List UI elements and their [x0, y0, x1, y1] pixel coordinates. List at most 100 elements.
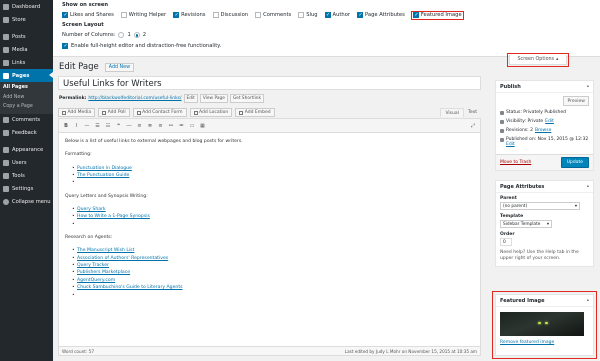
- align-right-icon[interactable]: ≡: [158, 123, 164, 129]
- sidebar-item-appearance[interactable]: Appearance: [0, 144, 53, 157]
- sidebar-item-tools[interactable]: Tools: [0, 170, 53, 183]
- add-poll-button[interactable]: Add Poll: [98, 108, 130, 118]
- list-item[interactable]: [72, 221, 474, 229]
- published-edit-link[interactable]: Edit: [506, 142, 515, 147]
- add-media-button[interactable]: Add Media: [58, 108, 96, 118]
- revisions-browse-link[interactable]: Browse: [535, 128, 551, 133]
- tab-visual[interactable]: Visual: [440, 108, 464, 118]
- checkbox[interactable]: [62, 12, 68, 18]
- numbered-list-icon[interactable]: ☷: [105, 123, 111, 129]
- sidebar-item-pages[interactable]: Pages: [0, 69, 53, 82]
- option-featured-image[interactable]: Featured Image: [410, 10, 464, 20]
- list-item[interactable]: The Manuscript Wish List: [72, 247, 474, 255]
- read-more-icon[interactable]: ▭: [189, 123, 195, 129]
- sidebar-item-store[interactable]: Store: [0, 13, 53, 26]
- list-item[interactable]: How to Write a 1-Page Synopsis: [72, 213, 474, 221]
- editor-content[interactable]: Below is a list of useful links to exter…: [59, 133, 480, 310]
- content-editor[interactable]: B I — ☰ ☷ ❝ ― ≡ ≣ ≡ ⚯ ⚮ ▭ ▦ ⤢ Below is a…: [58, 118, 481, 356]
- submenu-copy-page[interactable]: Copy a Page: [0, 102, 53, 112]
- content-link[interactable]: Association of Authors' Representatives: [77, 256, 168, 261]
- option-discussion[interactable]: Discussion: [212, 12, 248, 18]
- visibility-edit-link[interactable]: Edit: [545, 119, 554, 124]
- checkbox[interactable]: [324, 12, 331, 18]
- unlink-icon[interactable]: ⚮: [179, 123, 185, 129]
- caret-up-icon[interactable]: ▴: [587, 298, 589, 303]
- fullscreen-icon[interactable]: ⤢: [470, 123, 476, 129]
- featured-image-thumbnail[interactable]: [500, 312, 584, 336]
- list-item[interactable]: Association of Authors' Representatives: [72, 255, 474, 263]
- view-page-button[interactable]: View Page: [199, 94, 228, 103]
- align-left-icon[interactable]: ≡: [137, 123, 143, 129]
- checkbox[interactable]: [212, 12, 219, 18]
- link-icon[interactable]: ⚯: [168, 123, 174, 129]
- add-embed-button[interactable]: Add Embed: [235, 108, 275, 118]
- sidebar-item-dashboard[interactable]: Dashboard: [0, 0, 53, 13]
- add-contact-form-button[interactable]: Add Contact Form: [132, 108, 187, 118]
- checkbox[interactable]: [255, 12, 262, 18]
- caret-up-icon[interactable]: ▴: [587, 84, 589, 89]
- checkbox[interactable]: [173, 12, 180, 18]
- template-select[interactable]: Sidebar Template ▾: [500, 220, 552, 228]
- checkbox[interactable]: [120, 12, 127, 18]
- add-location-button[interactable]: Add Location: [189, 108, 233, 118]
- sidebar-collapse-menu[interactable]: Collapse menu: [0, 196, 53, 209]
- horizontal-rule-icon[interactable]: ―: [126, 123, 132, 129]
- get-shortlink-button[interactable]: Get Shortlink: [229, 94, 264, 103]
- bold-icon[interactable]: B: [63, 123, 69, 129]
- content-link[interactable]: The Manuscript Wish List: [77, 248, 134, 253]
- option-slug[interactable]: Slug: [298, 12, 318, 18]
- sidebar-item-posts[interactable]: Posts: [0, 30, 53, 43]
- sidebar-item-feedback[interactable]: Feedback: [0, 127, 53, 140]
- bullet-list-icon[interactable]: ☰: [95, 123, 101, 129]
- move-to-trash-link[interactable]: Move to Trash: [500, 160, 531, 165]
- content-link[interactable]: Query Tracker: [77, 263, 109, 268]
- list-item[interactable]: AgentQuery.com: [72, 277, 474, 285]
- permalink-edit-button[interactable]: Edit: [183, 94, 198, 103]
- content-link[interactable]: Publishers Marketplace: [77, 270, 130, 275]
- preview-button[interactable]: Preview: [563, 96, 589, 106]
- option-revisions[interactable]: Revisions: [173, 12, 206, 18]
- featured-image-header[interactable]: Featured Image ▴: [496, 295, 593, 307]
- list-item[interactable]: Query Tracker: [72, 262, 474, 270]
- sidebar-item-settings[interactable]: Settings: [0, 183, 53, 196]
- submenu-add-new[interactable]: Add New: [0, 93, 53, 103]
- list-item[interactable]: Query Shark: [72, 206, 474, 214]
- sidebar-item-links[interactable]: Links: [0, 56, 53, 69]
- add-new-button[interactable]: Add New: [104, 62, 135, 72]
- align-center-icon[interactable]: ≣: [147, 123, 153, 129]
- sidebar-item-media[interactable]: Media: [0, 43, 53, 56]
- content-link[interactable]: Chuck Sambuchino's Guide to Literary Age…: [77, 285, 183, 290]
- page-attributes-header[interactable]: Page Attributes ▴: [496, 181, 593, 193]
- list-item[interactable]: Chuck Sambuchino's Guide to Literary Age…: [72, 284, 474, 292]
- parent-select[interactable]: (no parent) ▾: [500, 202, 580, 210]
- option-likes-shares[interactable]: Likes and Shares: [62, 12, 114, 18]
- submenu-all-pages[interactable]: All Pages: [0, 83, 53, 93]
- content-link[interactable]: Query Shark: [77, 207, 106, 212]
- content-link[interactable]: AgentQuery.com: [77, 278, 115, 283]
- remove-featured-image-link[interactable]: Remove featured image: [500, 340, 554, 345]
- option-writing-helper[interactable]: Writing Helper: [120, 12, 166, 18]
- caret-up-icon[interactable]: ▴: [587, 184, 589, 189]
- order-input[interactable]: 0: [500, 238, 512, 246]
- checkbox[interactable]: [357, 12, 364, 18]
- toolbar-toggle-icon[interactable]: ▦: [200, 123, 206, 129]
- blockquote-icon[interactable]: ❝: [116, 123, 122, 129]
- list-item[interactable]: [72, 292, 474, 300]
- screen-options-toggle[interactable]: Screen Options ▴: [507, 53, 569, 67]
- content-link[interactable]: How to Write a 1-Page Synopsis: [77, 214, 150, 219]
- option-author[interactable]: Author: [324, 12, 350, 18]
- list-item[interactable]: Punctuation in Dialogue: [72, 165, 474, 173]
- permalink-url[interactable]: http://blackwolfeditorial.com/useful-lin…: [88, 96, 181, 101]
- strikethrough-icon[interactable]: —: [84, 123, 90, 129]
- update-button[interactable]: Update: [560, 157, 589, 168]
- post-title-input[interactable]: Useful Links for Writers: [58, 76, 481, 90]
- tab-text[interactable]: Text: [464, 108, 481, 117]
- checkbox[interactable]: [412, 12, 419, 18]
- option-comments[interactable]: Comments: [255, 12, 291, 18]
- columns-radio-1[interactable]: [118, 32, 125, 38]
- content-link[interactable]: The Punctuation Guide: [77, 173, 129, 178]
- content-link[interactable]: Punctuation in Dialogue: [77, 166, 132, 171]
- checkbox[interactable]: [298, 12, 305, 18]
- list-item[interactable]: Publishers Marketplace: [72, 269, 474, 277]
- list-item[interactable]: [72, 179, 474, 187]
